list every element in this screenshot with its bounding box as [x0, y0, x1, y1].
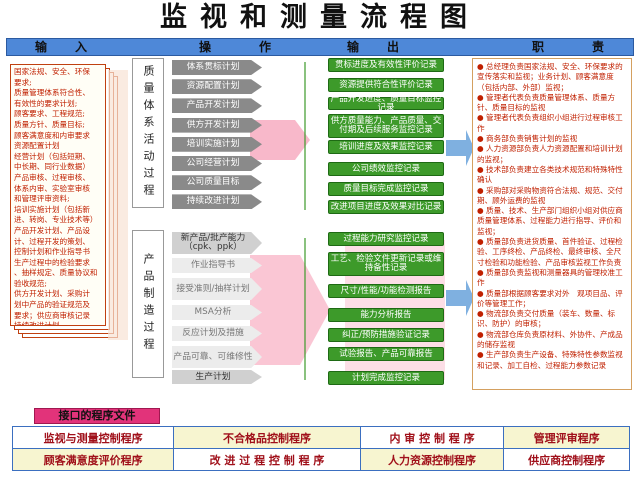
manufacture-output-record: 能力分析报告 — [328, 308, 444, 322]
interface-procedure-cell: 内 审 控 制 程 序 — [359, 426, 505, 449]
duty-item: ● 质量部负责进货质量、首件验证、过程检验、工序终检、产品终检、最终审核、全尺寸… — [477, 237, 623, 267]
duty-item: ● 质量部根据顾客要求对外 观项目品、评价等管理工作； — [477, 288, 623, 308]
manufacture-process-step: 作业指导书 — [172, 258, 262, 273]
input-bracket — [108, 70, 128, 340]
stage-quality-system: 质量体系活动过程 — [132, 58, 164, 208]
system-output-record: 供方质量能力、产品质量、交付期及后续服务监控记录 — [328, 114, 444, 138]
duty-item: ● 物流部负责交付质量（装车、数量、标识、防护）的审核； — [477, 309, 616, 329]
manufacture-process-step: 生产计划 — [172, 370, 262, 384]
manufacture-output-record: 工艺、检验文件更新记录或维持备性记录 — [328, 252, 444, 276]
duty-item: ● 管理者代表负责组织小组进行过程审核工作 — [477, 113, 623, 133]
system-output-record: 贯标进度及有效性评价记录 — [328, 58, 444, 72]
duty-item: ● 管理者代表负责质量管理体系、质量方针、质量目标的监视 — [477, 92, 616, 113]
system-output-record: 培训进度及效果监控记录 — [328, 140, 444, 154]
interface-header: 接口的程序文件 — [34, 408, 160, 424]
interface-procedure-cell: 顾客满意度评价程序 — [11, 448, 175, 471]
duty-item: ● 技术部负责建立各类技术规范和特殊特性确认 — [477, 164, 623, 185]
interface-procedure-cell: 不合格品控制程序 — [173, 426, 361, 449]
system-process-step: 供方开发计划 — [172, 117, 262, 133]
duty-panel: ● 总经理负责国家法规、安全、环保要求的宣传落实和监视；业务计划、顾客满意度（包… — [472, 58, 632, 390]
system-process-step: 资源配置计划 — [172, 79, 262, 95]
duty-item: ● 质量部负责监视和测量器具的管理校准工作 — [477, 267, 623, 288]
interface-procedure-cell: 改 进 过 程 控 制 程 序 — [173, 448, 361, 471]
interface-procedure-cell: 供应商控制程序 — [503, 448, 630, 471]
interface-procedure-cell: 人力资源控制程序 — [359, 448, 505, 471]
manufacture-output-record: 试验报告、产品可靠报告 — [328, 347, 444, 361]
manufacture-process-step: MSA分析 — [172, 305, 262, 320]
system-output-record: 质量目标完成监控记录 — [328, 182, 444, 196]
system-process-step: 持续改进计划 — [172, 194, 262, 210]
manufacture-output-record: 尺寸/性能/功能检测报告 — [328, 284, 444, 298]
interface-row: 监视与测量控制程序 不合格品控制程序内 审 控 制 程 序管理评审程序 — [11, 426, 630, 449]
duty-item: ● 采购部对采购物资符合法规、规范、交付期、顾外运费的监视 — [477, 185, 623, 205]
system-process-step: 公司经营计划 — [172, 156, 262, 171]
manufacture-output-record: 纠正/预防措施验证记录 — [328, 328, 444, 342]
system-process-step: 产品开发计划 — [172, 98, 262, 114]
duty-item: ● 物流部仓库负责原材料、外协件、产成品的储存监视 — [477, 329, 623, 350]
manufacture-process-step: 接受准则/抽样计划 — [172, 278, 262, 300]
duty-item: ● 总经理负责国家法规、安全、环保要求的宣传落实和监视；业务计划、顾客满意度（包… — [477, 62, 623, 92]
interface-procedure-cell: 管理评审程序 — [503, 426, 630, 449]
manufacture-process-step: 产品可靠、可维修性 — [172, 346, 262, 368]
manufacture-process-step: 新产品/批产能力（cpk、ppk） — [172, 232, 262, 254]
duty-item: ● 质量、技术、生产部门组织小组对供应商质量管理体系、过程能力进行指导、评价和监… — [477, 206, 623, 236]
system-output-record: 产品开发进度、质量目标监控记录 — [328, 94, 444, 112]
manufacture-output-record: 计划完成监控记录 — [328, 371, 444, 385]
system-process-step: 培训实施计划 — [172, 136, 262, 152]
duty-item: ● 生产部负责生产设备、特殊特性参数监视和记录、加工自检、过程能力参数记录 — [477, 350, 623, 370]
interface-row: 顾客满意度评价程序改 进 过 程 控 制 程 序人力资源控制程序 供应商控制程序 — [11, 448, 630, 471]
output-to-duty-arrow — [446, 130, 474, 166]
system-process-step: 公司质量目标 — [172, 175, 262, 191]
system-output-record: 改进项目进度及效果对比记录 — [328, 200, 444, 214]
system-process-step: 体系贯标计划 — [172, 60, 262, 75]
manufacture-output-record: 过程能力研究监控记录 — [328, 232, 444, 246]
interface-procedure-cell: 监视与测量控制程序 — [11, 426, 175, 449]
system-output-record: 资源提供符合性评价记录 — [328, 78, 444, 92]
system-output-record: 公司绩效监控记录 — [328, 162, 444, 176]
manufacture-flow-arrow-outline — [250, 255, 330, 365]
interface-procedure-table: 监视与测量控制程序 不合格品控制程序内 审 控 制 程 序管理评审程序 顾客满意度评… — [11, 426, 630, 471]
output-to-duty-arrow-2 — [446, 280, 474, 316]
stage-product-manufacture: 产品制造过程 — [132, 230, 164, 378]
duty-item: ● 人力资源部负责人力资源配置和培训计划的监视； — [477, 144, 623, 164]
manufacture-process-step: 反应计划及措施 — [172, 326, 262, 341]
interface-title: 接口的程序文件 — [58, 409, 136, 422]
duty-item: ● 商务部负责销售计划的监视 — [477, 134, 578, 144]
